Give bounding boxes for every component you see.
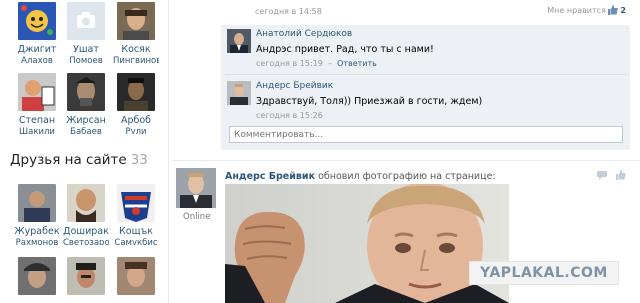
- friend-last-name[interactable]: Светозаров: [63, 238, 109, 245]
- friend-card[interactable]: Жирсан Бабаев: [63, 73, 109, 134]
- thumbs-up-icon[interactable]: [616, 170, 626, 180]
- friend-avatar[interactable]: [117, 184, 155, 222]
- friend-card[interactable]: Степан Шакили: [14, 73, 60, 134]
- friend-avatar[interactable]: [18, 184, 56, 222]
- friend-last-name[interactable]: Алахов: [14, 56, 60, 63]
- friend-avatar[interactable]: [18, 73, 56, 111]
- online-friend-card[interactable]: [14, 257, 60, 295]
- friend-last-name[interactable]: Помоев: [63, 56, 109, 63]
- like-label[interactable]: Мне нравится: [547, 6, 606, 15]
- online-friend-card[interactable]: [113, 257, 159, 295]
- watermark-logo: YAPLAKAL.COM: [470, 262, 618, 284]
- online-friend-card[interactable]: [63, 257, 109, 295]
- friend-first-name[interactable]: Степан: [14, 115, 60, 127]
- friend-last-name[interactable]: Самукбиc: [113, 238, 159, 245]
- friend-first-name[interactable]: Косяк: [113, 44, 159, 56]
- friend-avatar[interactable]: [117, 257, 155, 295]
- online-friends-count: 33: [130, 152, 148, 168]
- post-action: обновил фотографию на странице:: [318, 171, 496, 182]
- friend-last-name[interactable]: Пингвинов: [113, 56, 159, 63]
- comment-author[interactable]: Анатолий Сердюков: [256, 29, 352, 39]
- friend-first-name[interactable]: Кощък: [113, 226, 159, 238]
- comment-input[interactable]: [229, 126, 623, 143]
- comments-section: Анатолий Сердюков Андрэс привет. Рад, чт…: [221, 25, 630, 150]
- online-friend-card[interactable]: Кощък Самукбиc: [113, 184, 159, 245]
- friend-avatar[interactable]: [18, 257, 56, 295]
- comment-time[interactable]: сегодня в 15:19: [256, 59, 323, 68]
- column-divider: [168, 0, 169, 303]
- online-status: Online: [183, 212, 211, 222]
- post-separator: [172, 160, 640, 161]
- online-friends-label[interactable]: Друзья на сайте: [10, 152, 127, 168]
- comment-separator: [225, 74, 626, 75]
- left-column: Джигит Алахов Ушат Помоев Косяк Пингвино…: [0, 0, 168, 303]
- friend-first-name[interactable]: Журабек: [14, 226, 60, 238]
- friend-avatar[interactable]: [67, 184, 105, 222]
- friend-last-name[interactable]: Рахмонов: [14, 238, 60, 245]
- reply-link[interactable]: Ответить: [337, 59, 377, 68]
- friend-last-name[interactable]: Рули: [113, 127, 159, 134]
- friend-card[interactable]: Арбоб Рули: [113, 73, 159, 134]
- post-author[interactable]: Андерс Брейвик: [225, 171, 315, 182]
- commenter-avatar[interactable]: [227, 29, 251, 53]
- post-photo[interactable]: [225, 184, 509, 303]
- comment-text: Здравствуй, Толя)) Приезжай в гости, жде…: [256, 96, 483, 107]
- post-timestamp[interactable]: сегодня в 14:58: [255, 7, 322, 16]
- thumbs-up-icon[interactable]: [608, 5, 619, 15]
- online-friends-title[interactable]: Друзья на сайте 33: [10, 152, 148, 168]
- friend-avatar[interactable]: [117, 73, 155, 111]
- online-friend-card[interactable]: Журабек Рахмонов: [14, 184, 60, 245]
- friend-avatar[interactable]: [67, 73, 105, 111]
- online-friend-card[interactable]: Доширак Светозаров: [63, 184, 109, 245]
- like-count: 2: [620, 6, 626, 15]
- comment-time[interactable]: сегодня в 15:26: [256, 111, 323, 120]
- comment-bubble-icon[interactable]: [597, 171, 608, 180]
- friend-first-name[interactable]: Доширак: [63, 226, 109, 238]
- friend-first-name[interactable]: Арбоб: [113, 115, 159, 127]
- commenter-avatar[interactable]: [227, 81, 251, 105]
- friend-avatar[interactable]: [117, 2, 155, 40]
- comment-text: Андрэс привет. Рад, что ты с нами!: [256, 44, 434, 55]
- friend-first-name[interactable]: Джигит: [14, 44, 60, 56]
- friend-avatar[interactable]: [67, 257, 105, 295]
- friend-first-name[interactable]: Жирсан: [63, 115, 109, 127]
- meta-separator: –: [325, 59, 335, 68]
- friend-card[interactable]: Косяк Пингвинов: [113, 2, 159, 63]
- author-avatar[interactable]: [176, 168, 216, 208]
- friend-last-name[interactable]: Бабаев: [63, 127, 109, 134]
- friend-avatar[interactable]: [18, 2, 56, 40]
- comment-meta: сегодня в 15:19 – Ответить: [256, 59, 377, 68]
- friend-card[interactable]: Ушат Помоев: [63, 2, 109, 63]
- post-actions: [597, 170, 626, 183]
- like-button[interactable]: Мне нравится 2: [547, 5, 626, 15]
- friend-last-name[interactable]: Шакили: [14, 127, 60, 134]
- post-header: Андерс Брейвик обновил фотографию на стр…: [225, 171, 496, 182]
- camera-placeholder-icon[interactable]: [67, 2, 105, 40]
- comment-author[interactable]: Андерс Брейвик: [256, 81, 333, 91]
- friend-first-name[interactable]: Ушат: [63, 44, 109, 56]
- friend-card[interactable]: Джигит Алахов: [14, 2, 60, 63]
